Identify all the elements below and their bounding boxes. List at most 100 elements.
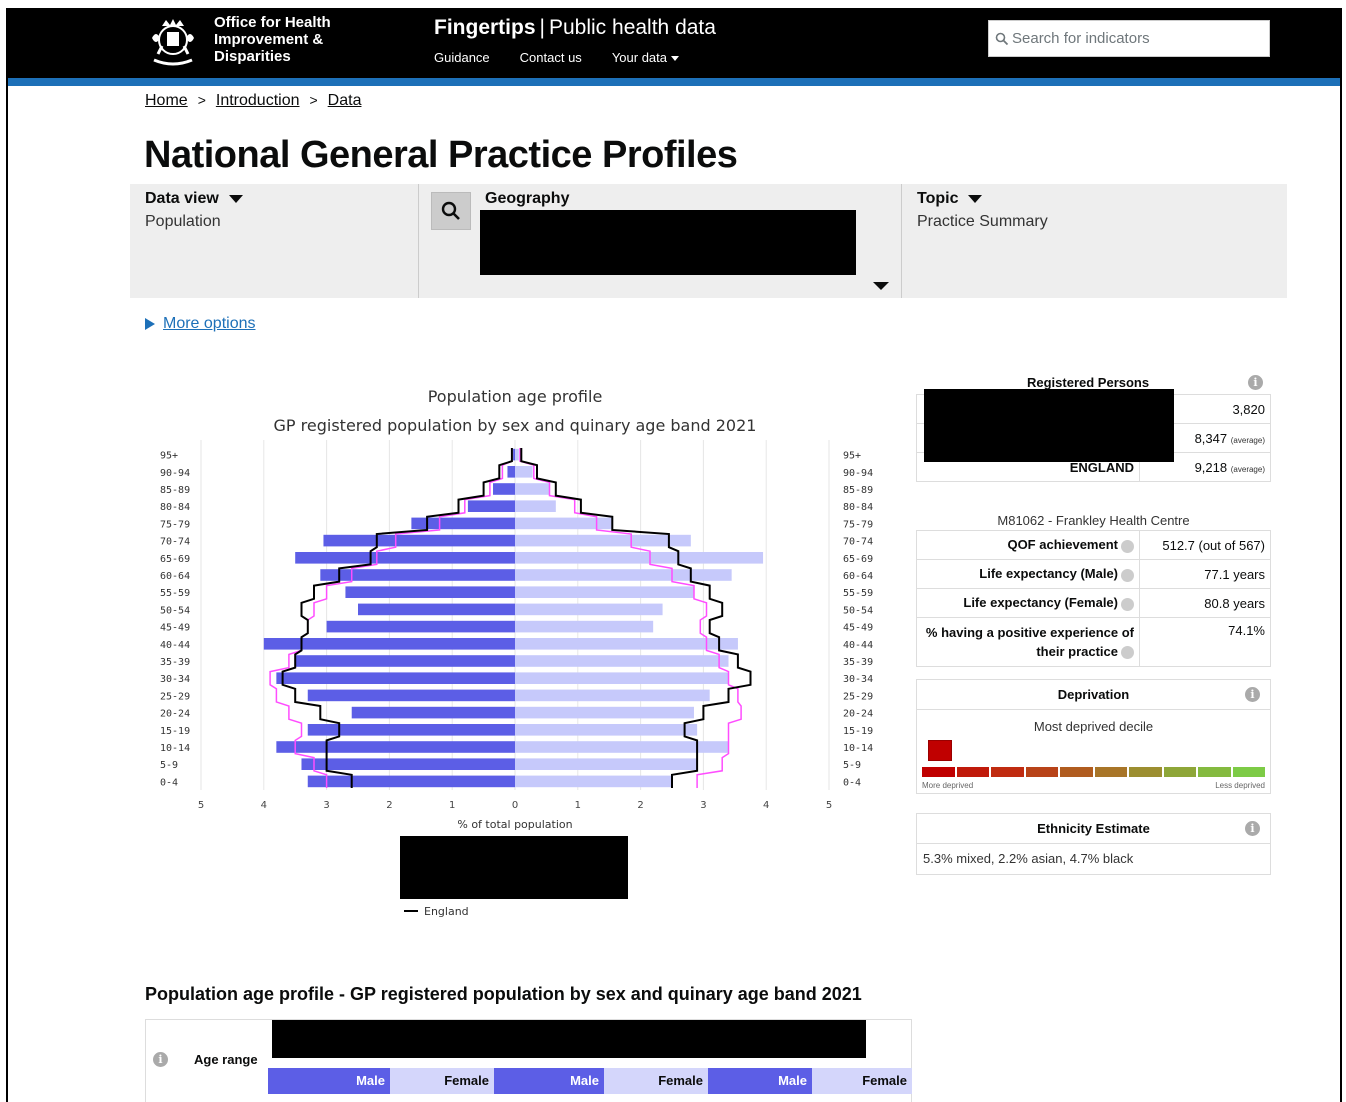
breadcrumb-data-link[interactable]: Data bbox=[328, 92, 362, 110]
population-pyramid-chart: Population age profile GP registered pop… bbox=[160, 387, 873, 918]
age-band-label-right: 60-64 bbox=[843, 571, 873, 582]
age-range-header: Age range bbox=[194, 1052, 258, 1067]
age-band-label-left: 55-59 bbox=[160, 588, 190, 599]
male-bar bbox=[276, 741, 515, 753]
data-view-filter[interactable]: Data view Population bbox=[130, 184, 419, 298]
x-tick-label: 3 bbox=[700, 800, 706, 811]
info-icon[interactable]: i bbox=[153, 1052, 168, 1067]
x-axis-tick-labels: 5 4 3 2 1 0 1 2 3 4 5 bbox=[198, 800, 832, 811]
ethnicity-panel: Ethnicity Estimate i 5.3% mixed, 2.2% as… bbox=[916, 813, 1271, 875]
male-bar bbox=[358, 603, 515, 616]
male-bar bbox=[307, 775, 515, 788]
deprivation-scale-segment bbox=[1094, 767, 1127, 777]
geography-dropdown-caret-icon[interactable] bbox=[873, 282, 889, 290]
comparator-lines bbox=[269, 448, 752, 788]
male-bar bbox=[493, 483, 515, 495]
indicator-label: QOF achievement bbox=[916, 530, 1140, 560]
deprivation-scale-segment bbox=[1060, 767, 1093, 777]
female-bar bbox=[515, 483, 550, 495]
age-band-label-left: 15-19 bbox=[160, 726, 190, 737]
brand-main: Fingertips bbox=[434, 16, 536, 39]
info-icon[interactable] bbox=[1121, 646, 1134, 660]
breadcrumb-introduction-link[interactable]: Introduction bbox=[216, 92, 300, 110]
nav-guidance-link[interactable]: Guidance bbox=[434, 50, 490, 65]
practice-indicators-table: QOF achievement 512.7 (out of 567) Life e… bbox=[916, 530, 1271, 667]
male-bar bbox=[301, 758, 515, 770]
geography-filter: Geography bbox=[419, 184, 902, 298]
indicator-search-input[interactable]: Search for indicators bbox=[988, 20, 1270, 57]
deprivation-panel: Deprivation i Most deprived decile More … bbox=[916, 679, 1271, 794]
female-bar bbox=[515, 586, 694, 598]
deprivation-scale-segment bbox=[1198, 767, 1231, 777]
age-band-label-left: 85-89 bbox=[160, 485, 190, 496]
search-icon bbox=[995, 32, 1009, 45]
info-icon[interactable] bbox=[1121, 568, 1134, 582]
site-brand[interactable]: Fingertips | Public health data bbox=[434, 16, 716, 40]
more-options-label: More options bbox=[163, 315, 256, 332]
x-axis-label: % of total population bbox=[457, 818, 572, 831]
indicator-value: 77.1 years bbox=[1139, 559, 1271, 589]
practice-names-redacted bbox=[924, 389, 1174, 462]
age-band-label-left: 10-14 bbox=[160, 743, 190, 754]
age-band-label-left: 30-34 bbox=[160, 674, 190, 685]
browser-page: Office for Health Improvement & Disparit… bbox=[6, 8, 1342, 1102]
data-view-value: Population bbox=[145, 213, 221, 230]
age-band-label-left: 25-29 bbox=[160, 691, 190, 702]
ethnicity-title: Ethnicity Estimate bbox=[1037, 821, 1150, 836]
male-bar bbox=[295, 552, 515, 564]
female-bar bbox=[515, 603, 663, 616]
ethnicity-header: Ethnicity Estimate i bbox=[917, 814, 1270, 844]
royal-crest-icon bbox=[152, 19, 194, 66]
age-band-label-left: 90-94 bbox=[160, 468, 190, 479]
x-tick-label: 1 bbox=[575, 800, 581, 811]
table-row: Life expectancy (Female) 80.8 years bbox=[916, 588, 1271, 618]
brand-separator: | bbox=[539, 16, 545, 39]
more-options-toggle[interactable]: More options bbox=[145, 315, 256, 333]
x-tick-label: 4 bbox=[763, 800, 769, 811]
age-band-label-right: 0-4 bbox=[843, 777, 861, 788]
age-band-label-left: 70-74 bbox=[160, 537, 190, 548]
info-icon[interactable]: i bbox=[1245, 821, 1260, 836]
nav-your-data-label: Your data bbox=[611, 50, 667, 65]
nav-your-data-menu[interactable]: Your data bbox=[612, 50, 679, 65]
breadcrumb: Home > Introduction > Data bbox=[145, 92, 361, 110]
topic-value: Practice Summary bbox=[917, 213, 1048, 230]
nav-contact-link[interactable]: Contact us bbox=[520, 50, 582, 65]
male-bar bbox=[513, 448, 515, 461]
indicator-label: Life expectancy (Female) bbox=[916, 588, 1140, 618]
deprivation-scale-segment bbox=[956, 767, 989, 777]
england-female-line bbox=[520, 448, 752, 788]
age-band-label-right: 15-19 bbox=[843, 726, 873, 737]
info-icon[interactable]: i bbox=[1245, 687, 1260, 702]
age-band-label-right: 20-24 bbox=[843, 709, 873, 720]
deprivation-scale-segment bbox=[1129, 767, 1162, 777]
info-icon[interactable]: i bbox=[1248, 375, 1263, 390]
table-section-title: Population age profile - GP registered p… bbox=[145, 984, 862, 1004]
org-name[interactable]: Office for Health Improvement & Disparit… bbox=[214, 14, 331, 65]
deprivation-header: Deprivation i bbox=[917, 680, 1270, 710]
age-band-label-right: 25-29 bbox=[843, 691, 873, 702]
age-band-label-right: 70-74 bbox=[843, 537, 873, 548]
female-bar bbox=[515, 689, 710, 702]
site-header: Office for Health Improvement & Disparit… bbox=[8, 8, 1340, 78]
breadcrumb-home-link[interactable]: Home bbox=[145, 92, 188, 110]
column-subheader-male: Male bbox=[494, 1068, 604, 1094]
table-row: QOF achievement 512.7 (out of 567) bbox=[916, 530, 1271, 560]
topic-filter[interactable]: Topic Practice Summary bbox=[903, 184, 1287, 298]
female-bars bbox=[515, 448, 764, 788]
info-icon[interactable] bbox=[1121, 597, 1134, 611]
age-band-label-right: 5-9 bbox=[843, 760, 861, 771]
column-subheader-male: Male bbox=[708, 1068, 812, 1094]
info-icon[interactable] bbox=[1121, 539, 1134, 553]
x-tick-label: 4 bbox=[261, 800, 267, 811]
male-bar bbox=[323, 534, 515, 547]
deprivation-decile: Most deprived decile bbox=[1033, 719, 1154, 734]
practice-name: M81062 - Frankley Health Centre bbox=[997, 513, 1190, 528]
age-band-label-right: 30-34 bbox=[843, 674, 873, 685]
female-bar bbox=[515, 569, 732, 581]
geography-select-redacted[interactable] bbox=[480, 210, 856, 275]
female-bar bbox=[515, 655, 729, 667]
female-bar bbox=[515, 620, 654, 633]
geography-search-button[interactable] bbox=[431, 192, 471, 230]
deprivation-title: Deprivation bbox=[1057, 687, 1130, 702]
